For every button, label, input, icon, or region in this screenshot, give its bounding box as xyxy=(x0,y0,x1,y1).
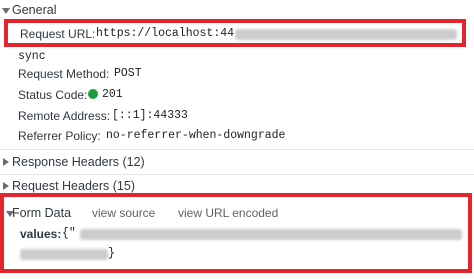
redacted-values-line2 xyxy=(20,249,108,260)
request-method-value: POST xyxy=(114,67,142,80)
remote-address-label: Remote Address: xyxy=(18,109,111,123)
request-url-value: https://localhost:44 xyxy=(96,27,235,40)
form-values-end: } xyxy=(108,247,115,260)
referrer-policy-label: Referrer Policy: xyxy=(18,129,101,143)
request-url-label: Request URL: xyxy=(20,27,96,41)
view-url-encoded-link[interactable]: view URL encoded xyxy=(178,206,278,220)
expand-triangle-icon[interactable] xyxy=(3,182,9,190)
collapse-triangle-icon[interactable] xyxy=(2,8,10,14)
status-code-value: 201 xyxy=(102,88,123,101)
expand-triangle-icon[interactable] xyxy=(3,158,9,166)
remote-address-value: [::1]:44333 xyxy=(112,109,188,122)
form-values-label: values: xyxy=(20,227,62,241)
redacted-url xyxy=(235,29,457,40)
request-url-wrap: sync xyxy=(18,50,46,63)
form-data-title[interactable]: Form Data xyxy=(12,206,71,220)
response-headers-title[interactable]: Response Headers (12) xyxy=(12,155,145,169)
status-ok-icon xyxy=(88,89,98,99)
request-headers-title[interactable]: Request Headers (15) xyxy=(12,179,135,193)
view-source-link[interactable]: view source xyxy=(92,206,155,220)
form-values-start: {" xyxy=(62,227,76,240)
status-code-label: Status Code: xyxy=(18,88,88,102)
general-section-title[interactable]: General xyxy=(12,3,56,17)
referrer-policy-value: no-referrer-when-downgrade xyxy=(106,129,286,142)
section-divider xyxy=(0,149,474,150)
redacted-values-line1 xyxy=(80,229,462,240)
request-method-label: Request Method: xyxy=(18,67,110,81)
section-divider xyxy=(0,174,474,175)
